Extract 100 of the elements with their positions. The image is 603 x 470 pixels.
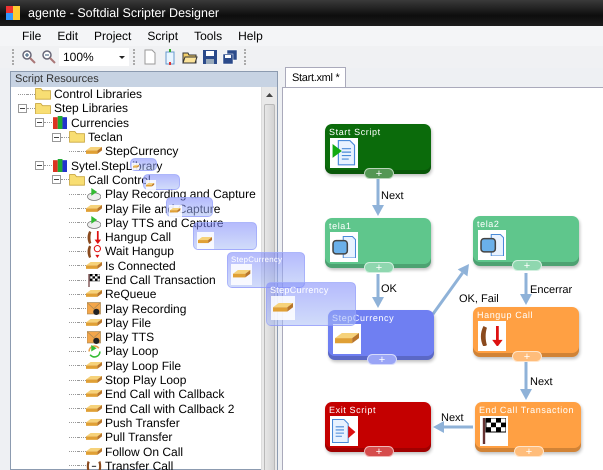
collapse-toggle[interactable] — [52, 132, 61, 142]
envelope-icon — [87, 330, 101, 344]
scroll-up-icon[interactable] — [266, 93, 273, 97]
tree-item[interactable]: Play Loop — [105, 344, 158, 358]
node-title: Exit Script — [329, 404, 376, 417]
tree-item[interactable]: Pull Transfer — [105, 430, 172, 444]
document-exit-icon — [332, 419, 356, 443]
ingot-icon — [86, 362, 102, 370]
connector-arrow — [520, 362, 532, 400]
node-title: tela1 — [329, 220, 352, 233]
ingot-icon — [86, 448, 102, 456]
tree-item[interactable]: Stop Play Loop — [105, 373, 186, 388]
edge-label: OK — [381, 282, 397, 297]
tree-item[interactable]: Teclan — [88, 130, 123, 144]
connector-arrow — [433, 421, 473, 433]
tree-item[interactable]: Sytel.StepLibrary — [71, 158, 162, 173]
menu-item[interactable]: Edit — [49, 26, 86, 46]
menu-item[interactable]: Help — [230, 26, 271, 46]
ingot-icon — [198, 237, 212, 244]
ingot-icon — [86, 290, 102, 298]
add-handle[interactable]: + — [364, 446, 394, 457]
tree-item[interactable]: End Call Transaction — [105, 273, 216, 287]
zoom-combo[interactable]: 100% — [59, 48, 129, 66]
tree-item[interactable]: Is Connected — [105, 258, 176, 273]
collapse-toggle[interactable] — [18, 104, 27, 113]
save-button[interactable] — [200, 47, 220, 67]
folder-icon — [35, 102, 51, 114]
tree-item[interactable]: Push Transfer — [105, 416, 180, 430]
ingot-icon — [86, 147, 102, 156]
node-title: tela2 — [477, 218, 500, 231]
phone-hangup-icon — [480, 326, 504, 346]
play-icon — [86, 216, 102, 230]
tree-item[interactable]: Call Control — [88, 172, 151, 187]
collapse-toggle[interactable] — [52, 175, 61, 184]
tree-item[interactable]: Hangup Call — [105, 230, 172, 244]
edge-label: OK, Fail — [459, 292, 499, 307]
node-title: StepCurrency — [270, 284, 329, 297]
tree-item[interactable]: Control Libraries — [54, 87, 142, 102]
tree-item[interactable]: Currencies — [71, 116, 130, 130]
ingot-icon — [86, 376, 102, 384]
tree-item[interactable]: Play File — [105, 316, 152, 330]
ingot-icon — [335, 333, 359, 345]
save-all-button[interactable] — [220, 47, 240, 67]
ingot-icon — [132, 164, 139, 168]
tree-item[interactable]: ReQueue — [105, 287, 156, 302]
connector-arrow — [520, 273, 532, 305]
tree-item[interactable]: StepCurrency — [105, 144, 178, 158]
loop-icon — [88, 344, 100, 358]
menu-item[interactable]: Project — [86, 26, 140, 46]
node-title: StepCurrency — [332, 312, 394, 325]
ingot-icon — [273, 303, 293, 313]
window-title: agente - Softdial Scripter Designer — [28, 4, 220, 22]
document-tab[interactable]: Start.xml * — [285, 67, 346, 87]
panel-title: Script Resources — [11, 72, 277, 87]
ingot-icon — [233, 270, 250, 279]
collapse-toggle[interactable] — [35, 161, 44, 170]
document-play-icon — [332, 140, 356, 166]
tree-item[interactable]: Transfer Call — [105, 458, 174, 470]
menu-item[interactable]: Tools — [186, 26, 230, 46]
screen-document-icon — [480, 234, 504, 256]
tree-item[interactable]: Play Recording — [105, 302, 186, 316]
node-title: End Call Transaction — [479, 404, 574, 417]
menu-item[interactable]: Script — [139, 26, 186, 46]
books-icon — [52, 116, 68, 130]
tree-item[interactable]: Wait Hangup — [105, 244, 174, 258]
ingot-icon — [86, 404, 102, 413]
edge-label: Encerrar — [530, 283, 572, 298]
tree-item[interactable]: Play Recording and Capture — [105, 187, 256, 202]
caret-icon — [119, 56, 125, 58]
ingot-icon — [86, 262, 102, 270]
ingot-icon — [86, 318, 102, 327]
collapse-toggle[interactable] — [35, 118, 44, 128]
ingot-icon — [86, 204, 102, 213]
ingot-icon — [86, 390, 102, 398]
menu-item[interactable]: File — [14, 26, 50, 46]
node-title: Start Script — [329, 126, 381, 139]
node-title: Hangup Call — [477, 309, 534, 322]
phone-clock-icon — [87, 244, 101, 258]
ingot-icon — [86, 433, 102, 442]
edge-label: Next — [381, 189, 404, 204]
tree-item[interactable]: Play TTS and Capture — [105, 216, 224, 230]
tree-item[interactable]: Follow On Call — [105, 444, 184, 459]
tree-item[interactable]: End Call with Callback 2 — [105, 402, 234, 416]
edge-label: Next — [441, 411, 464, 426]
checkered-flag-icon — [482, 418, 506, 444]
app-icon — [6, 6, 20, 20]
tree-item[interactable]: Step Libraries — [54, 101, 128, 116]
folder-icon — [69, 174, 85, 186]
checkered-flag-icon — [88, 274, 100, 286]
play-icon — [86, 188, 102, 201]
edge-label: Next — [530, 375, 553, 390]
ingot-icon — [146, 183, 155, 188]
folder-icon — [69, 131, 85, 143]
envelope-icon — [87, 302, 101, 316]
tree-item[interactable]: Play Loop File — [105, 358, 182, 373]
ingot-icon — [86, 418, 102, 427]
tree-item[interactable]: End Call with Callback — [105, 387, 224, 402]
phone-hangup-icon — [86, 230, 102, 244]
tree-item[interactable]: Play TTS — [105, 330, 154, 344]
add-handle[interactable]: + — [364, 168, 394, 179]
